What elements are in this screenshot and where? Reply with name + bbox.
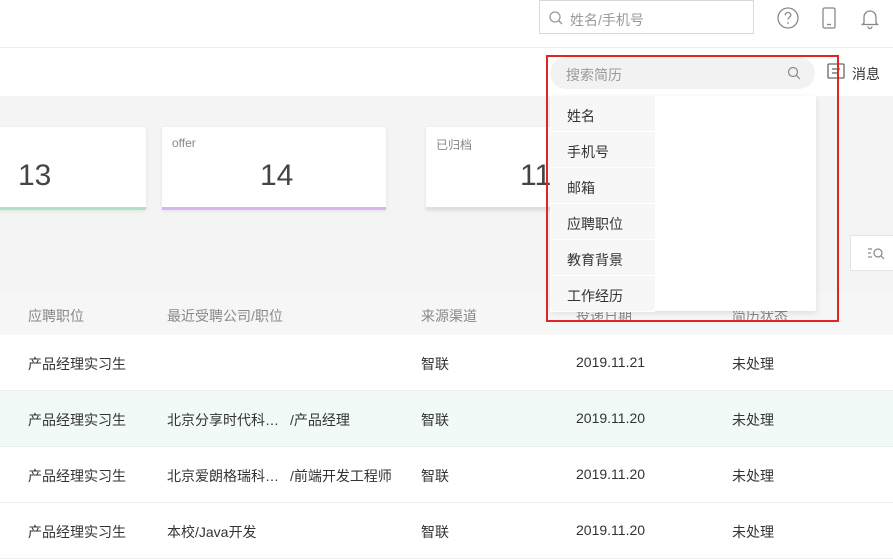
table-row[interactable]: 产品经理实习生 北京爱朗格瑞科… /前端开发工程师 智联 2019.11.20 …: [0, 447, 893, 503]
filter-search-icon: [868, 248, 885, 260]
table-row[interactable]: 产品经理实习生 智联 2019.11.21 未处理: [0, 335, 893, 391]
help-icon[interactable]: [776, 6, 800, 30]
highlight-box: [546, 55, 839, 322]
resume-table: 应聘职位 最近受聘公司/职位 来源渠道 投递日期 简历状态 产品经理实习生 智联…: [0, 292, 893, 559]
cell-position: 产品经理实习生: [28, 524, 126, 540]
mobile-icon[interactable]: [817, 6, 841, 30]
cell-status: 未处理: [732, 356, 774, 372]
top-bar: 姓名/手机号: [0, 0, 893, 48]
cell-source: 智联: [421, 412, 449, 428]
cell-company: 本校/Java开发: [167, 524, 257, 540]
column-header-position[interactable]: 应聘职位: [28, 306, 84, 326]
bell-icon[interactable]: [858, 6, 882, 30]
cell-company: 北京分享时代科…: [167, 412, 279, 428]
cell-status: 未处理: [732, 412, 774, 428]
global-search-input[interactable]: 姓名/手机号: [539, 0, 754, 34]
cell-date: 2019.11.20: [576, 466, 646, 482]
stat-card-offer[interactable]: offer 14: [162, 127, 386, 210]
cell-date: 2019.11.20: [576, 522, 646, 538]
stat-label: 已归档: [436, 138, 473, 152]
stat-label: offer: [172, 136, 196, 150]
global-search-placeholder: 姓名/手机号: [570, 12, 644, 28]
stat-value: 14: [260, 159, 294, 192]
cell-source: 智联: [421, 468, 449, 484]
cell-position: 产品经理实习生: [28, 412, 126, 428]
cell-source: 智联: [421, 356, 449, 372]
search-icon: [549, 11, 563, 25]
cell-status: 未处理: [732, 524, 774, 540]
cell-title: /前端开发工程师: [290, 468, 392, 484]
cell-date: 2019.11.21: [576, 354, 646, 370]
cell-source: 智联: [421, 524, 449, 540]
stat-value: 13: [18, 159, 52, 192]
cell-title: /产品经理: [290, 412, 350, 428]
table-row[interactable]: 产品经理实习生 北京分享时代科… /产品经理 智联 2019.11.20 未处理: [0, 391, 893, 447]
cell-date: 2019.11.20: [576, 410, 646, 426]
cell-company: 北京爱朗格瑞科…: [167, 468, 279, 484]
cell-status: 未处理: [732, 468, 774, 484]
cell-position: 产品经理实习生: [28, 356, 126, 372]
messages-label: 消息: [852, 66, 880, 82]
filter-button[interactable]: [850, 235, 893, 271]
stat-card[interactable]: 13: [0, 127, 146, 210]
column-header-source[interactable]: 来源渠道: [421, 306, 477, 326]
column-header-company[interactable]: 最近受聘公司/职位: [167, 306, 283, 326]
cell-position: 产品经理实习生: [28, 468, 126, 484]
